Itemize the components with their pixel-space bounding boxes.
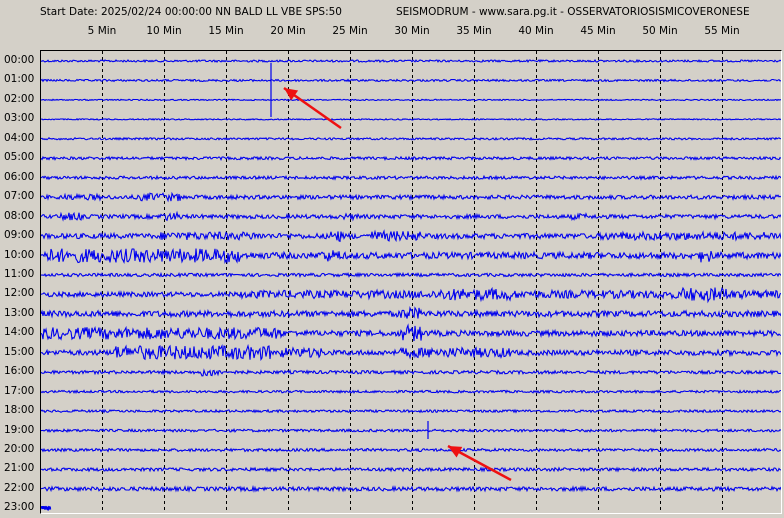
hour-label-0000: 00:00 <box>4 54 35 66</box>
hour-label-0300: 03:00 <box>4 112 35 125</box>
hour-label-2300: 23:00 <box>4 501 35 514</box>
trace-row-1900 <box>41 427 781 434</box>
trace-row-1800 <box>41 408 781 414</box>
trace-row-1500 <box>41 343 781 361</box>
hour-label-2200: 22:00 <box>4 481 35 494</box>
minute-label-30: 30 Min <box>394 25 430 37</box>
hour-label-0500: 05:00 <box>4 151 35 164</box>
trace-row-0000 <box>41 58 781 64</box>
hour-label-0200: 02:00 <box>4 92 35 105</box>
trace-row-0500 <box>41 155 781 162</box>
hour-label-1700: 17:00 <box>4 384 35 397</box>
trace-row-2100 <box>41 466 781 473</box>
trace-row-0700 <box>41 191 781 203</box>
hour-label-1400: 14:00 <box>4 326 35 339</box>
trace-row-1400 <box>41 323 781 342</box>
arrow-annotation-icon-upper <box>283 86 342 130</box>
trace-row-2300 <box>41 505 52 511</box>
trace-row-0100 <box>41 78 781 83</box>
minute-label-40: 40 Min <box>518 25 554 37</box>
trace-row-1200 <box>41 286 781 304</box>
minute-label-50: 50 Min <box>642 25 678 37</box>
hour-label-1000: 10:00 <box>4 248 35 261</box>
trace-row-0200 <box>41 98 781 102</box>
hour-label-2100: 21:00 <box>4 462 35 475</box>
minute-label-35: 35 Min <box>456 25 492 37</box>
observatory-title: SEISMODRUM - www.sara.pg.it - OSSERVATOR… <box>396 6 750 18</box>
minute-label-5: 5 Min <box>87 25 117 37</box>
minute-label-25: 25 Min <box>332 25 368 37</box>
hour-label-1800: 18:00 <box>4 404 35 417</box>
hour-label-1600: 16:00 <box>4 365 35 378</box>
seismogram-plot <box>40 50 782 514</box>
trace-row-1600 <box>41 368 781 377</box>
trace-row-0300 <box>41 118 781 121</box>
trace-row-2200 <box>41 484 781 493</box>
trace-row-0800 <box>41 210 781 222</box>
hour-label-0800: 08:00 <box>4 209 35 222</box>
arrow-annotation-icon-lower <box>447 444 512 482</box>
drum-header: Start Date: 2025/02/24 00:00:00 NN BALD … <box>0 0 784 50</box>
hour-label-0600: 06:00 <box>4 170 35 183</box>
minute-label-45: 45 Min <box>580 25 616 37</box>
hour-label-2000: 20:00 <box>4 443 35 455</box>
hour-label-1300: 13:00 <box>4 306 35 319</box>
trace-row-1700 <box>41 389 781 395</box>
start-date-title: Start Date: 2025/02/24 00:00:00 NN BALD … <box>40 6 342 18</box>
minute-label-15: 15 Min <box>208 25 244 37</box>
hour-label-1100: 11:00 <box>4 267 35 280</box>
minute-label-20: 20 Min <box>270 25 306 37</box>
hour-label-0100: 01:00 <box>4 73 35 86</box>
minute-label-10: 10 Min <box>146 25 182 37</box>
hour-label-0700: 07:00 <box>4 190 35 203</box>
trace-row-1300 <box>41 306 781 319</box>
trace-row-0900 <box>41 229 781 243</box>
trace-row-1100 <box>41 271 781 279</box>
trace-row-1000 <box>41 247 781 265</box>
trace-row-0400 <box>41 136 781 141</box>
hour-label-0400: 04:00 <box>4 131 35 144</box>
trace-row-2000 <box>41 447 781 453</box>
hour-label-0900: 09:00 <box>4 229 35 242</box>
hour-label-1200: 12:00 <box>4 287 35 300</box>
minute-label-55: 55 Min <box>704 25 740 37</box>
seismogram-canvas <box>41 51 781 513</box>
hour-label-1900: 19:00 <box>4 423 35 436</box>
trace-row-0600 <box>41 174 781 181</box>
hour-label-1500: 15:00 <box>4 345 35 358</box>
